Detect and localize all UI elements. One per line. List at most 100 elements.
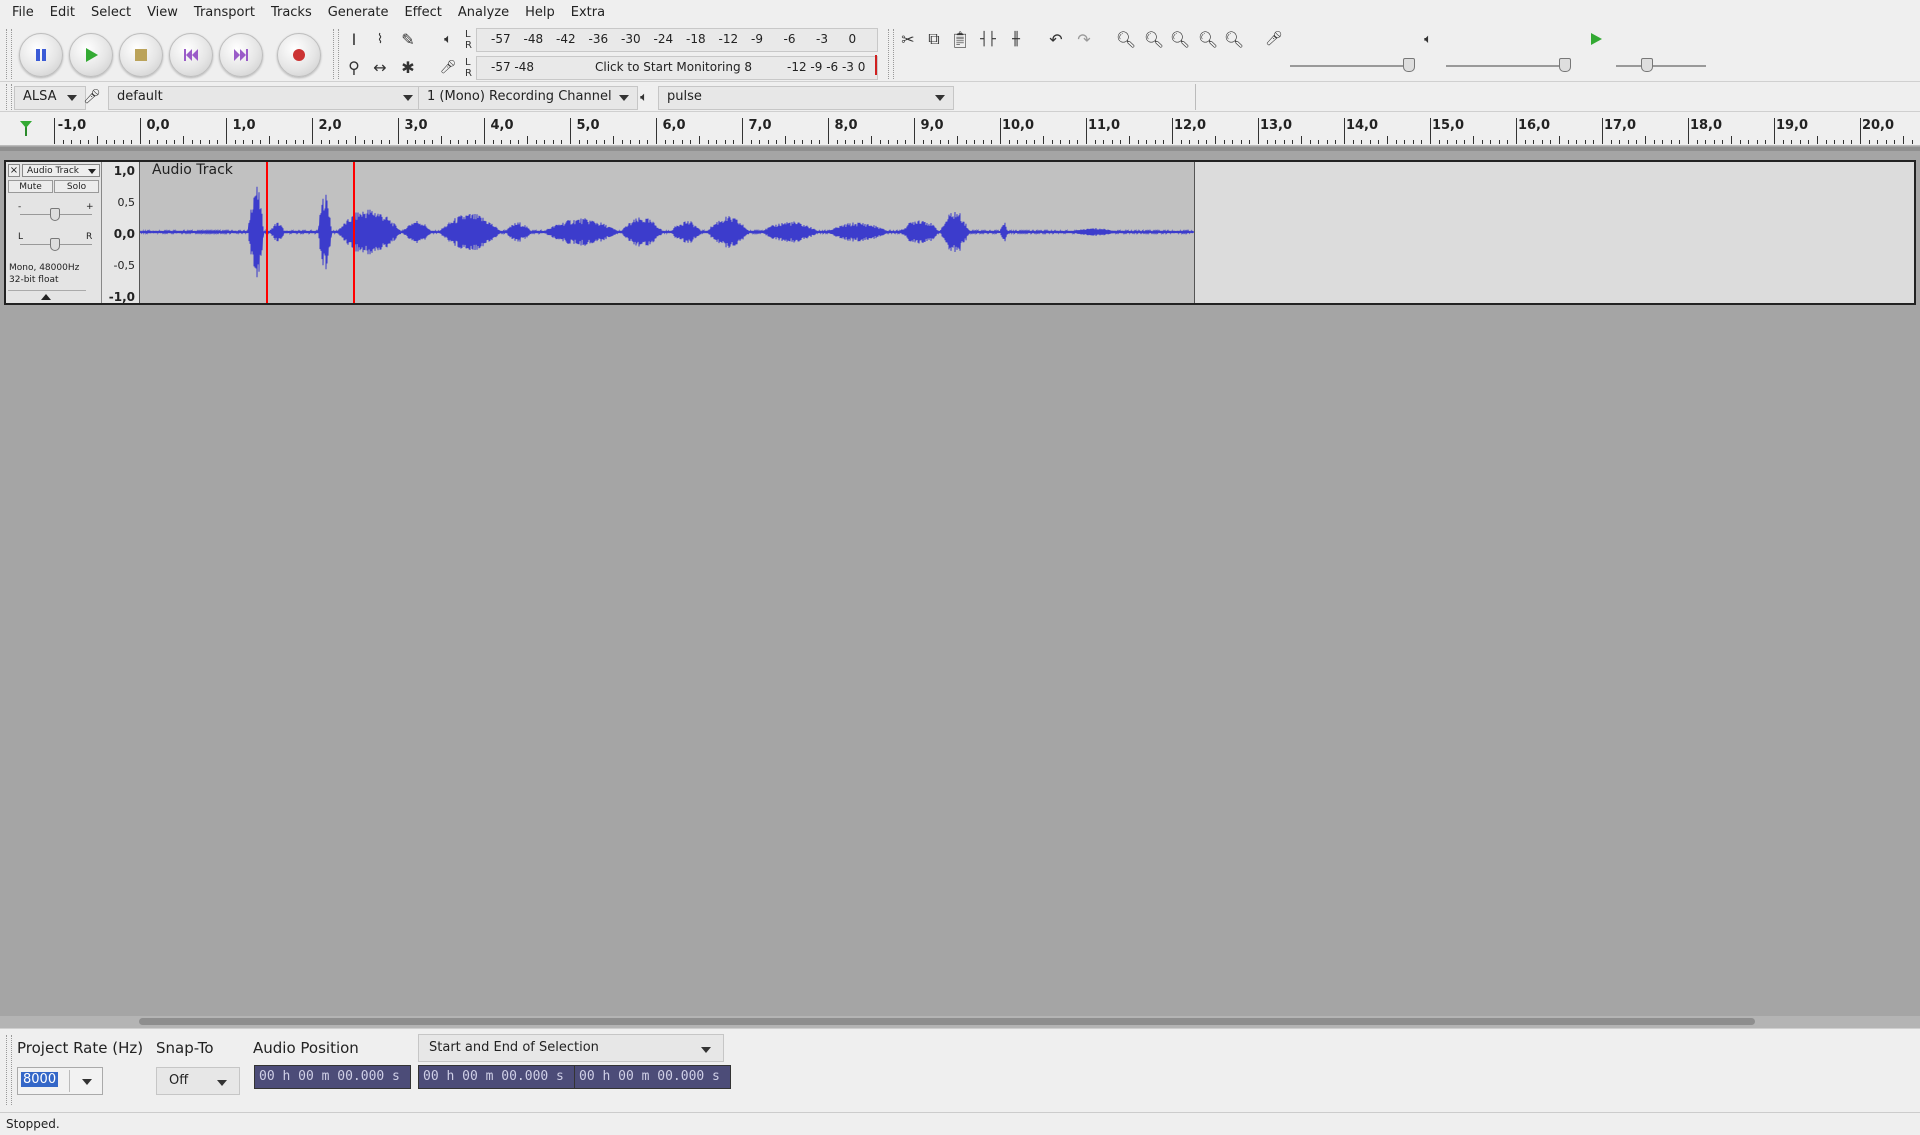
record-volume-track[interactable] xyxy=(1290,65,1410,67)
pin-playhead-button[interactable] xyxy=(14,116,38,140)
zoom-toggle-button[interactable]: 🔍︎ xyxy=(1222,27,1246,51)
ruler-minor-tick xyxy=(1292,140,1294,144)
ruler-minor-tick xyxy=(888,140,890,144)
menu-help[interactable]: Help xyxy=(517,5,563,20)
horizontal-scrollbar[interactable] xyxy=(0,1016,1920,1028)
skip-to-start-button[interactable] xyxy=(169,33,213,77)
multi-tool-button[interactable]: ✱ xyxy=(396,55,420,79)
fit-project-button[interactable]: 🔍︎ xyxy=(1196,27,1220,51)
pan-slider-thumb[interactable] xyxy=(50,238,60,251)
cut-button[interactable]: ✂ xyxy=(896,27,920,51)
toolbar-grip[interactable] xyxy=(6,29,12,79)
audio-host-dropdown[interactable]: ALSA xyxy=(14,86,86,110)
paste-button[interactable]: 📋︎ xyxy=(948,27,972,51)
ruler-minor-tick xyxy=(1567,140,1569,144)
pin-icon xyxy=(20,121,32,136)
track-empty-area[interactable] xyxy=(1194,162,1914,303)
gain-slider-thumb[interactable] xyxy=(50,208,60,221)
ruler-minor-tick xyxy=(716,140,718,144)
tools-grip[interactable] xyxy=(333,29,339,79)
track-info-bitdepth: 32-bit float xyxy=(9,275,59,285)
copy-button[interactable]: ⧉ xyxy=(922,27,946,51)
audio-position-label: Audio Position xyxy=(253,1039,359,1057)
ruler-minor-tick xyxy=(1008,140,1010,144)
record-volume-thumb[interactable] xyxy=(1403,58,1415,72)
playback-meter[interactable]: -57 -48 -42 -36 -30 -24 -18 -12 -9 -6 -3 0 xyxy=(476,28,878,52)
menu-tracks[interactable]: Tracks xyxy=(263,5,320,20)
record-meter-button[interactable]: 🎤︎ xyxy=(436,55,460,79)
time-shift-tool-button[interactable]: ↔ xyxy=(368,55,392,79)
skip-to-end-button[interactable] xyxy=(219,33,263,77)
playback-device-dropdown[interactable]: pulse xyxy=(658,86,954,110)
play-speed-track[interactable] xyxy=(1616,65,1706,67)
silence-button[interactable]: ╫ xyxy=(1004,27,1028,51)
record-button[interactable] xyxy=(277,33,321,77)
mute-button[interactable]: Mute xyxy=(8,180,53,193)
undo-button[interactable]: ↶ xyxy=(1044,27,1068,51)
menu-analyze[interactable]: Analyze xyxy=(450,5,517,20)
menu-file[interactable]: File xyxy=(4,5,42,20)
device-grip[interactable] xyxy=(6,84,12,110)
track-close-button[interactable]: × xyxy=(8,164,20,177)
meter-peak-marker xyxy=(875,55,877,75)
solo-button[interactable]: Solo xyxy=(54,180,99,193)
draw-tool-button[interactable]: ✎ xyxy=(396,27,420,51)
pause-button[interactable] xyxy=(19,33,63,77)
recording-channels-dropdown[interactable]: 1 (Mono) Recording Channel xyxy=(418,86,638,110)
amplitude-label: 1,0 xyxy=(113,164,135,178)
menu-generate[interactable]: Generate xyxy=(320,5,397,20)
play-button[interactable] xyxy=(69,33,113,77)
audio-position-field[interactable]: 00 h 00 m 00.000 s xyxy=(254,1065,411,1089)
fit-selection-button[interactable]: 🔍︎ xyxy=(1168,27,1192,51)
device-toolbar: ALSA 🎤︎ default 1 (Mono) Recording Chann… xyxy=(0,82,1920,112)
project-rate-combo[interactable]: 8000 xyxy=(17,1067,103,1095)
waveform-clip[interactable]: Audio Track xyxy=(140,162,1194,303)
divider xyxy=(1195,84,1196,110)
envelope-tool-button[interactable]: ⌇ xyxy=(368,27,392,51)
ruler-minor-tick xyxy=(1662,140,1664,144)
selection-end-value: 00 h 00 m 00.000 s xyxy=(579,1069,720,1084)
project-rate-value[interactable]: 8000 xyxy=(21,1072,59,1087)
menu-select[interactable]: Select xyxy=(83,5,139,20)
edit-grip[interactable] xyxy=(888,29,894,79)
play-at-speed-button[interactable] xyxy=(1584,27,1608,51)
selection-grip[interactable] xyxy=(6,1035,12,1105)
track-menu-button[interactable]: Audio Track xyxy=(22,164,100,177)
menu-edit[interactable]: Edit xyxy=(42,5,83,20)
selection-mode-value: Start and End of Selection xyxy=(429,1040,599,1055)
playback-meter-button[interactable]: 🔈︎ xyxy=(436,27,460,51)
zoom-out-button[interactable]: 🔍︎ xyxy=(1142,27,1166,51)
menu-extra[interactable]: Extra xyxy=(563,5,613,20)
track-collapse-button[interactable] xyxy=(8,290,86,301)
selection-tool-button[interactable]: I xyxy=(342,27,366,51)
timeline-ruler[interactable]: -1,0 0,0 1,0 2,0 3,0 4,0 5,0 6,0 7,0 8,0 9,0 10,0 11… xyxy=(0,112,1920,146)
snap-to-dropdown[interactable]: Off xyxy=(156,1067,240,1095)
meter-l-label: L xyxy=(465,57,471,68)
ruler-label: 4,0 xyxy=(490,118,514,133)
ruler-minor-tick xyxy=(286,140,288,144)
recording-meter[interactable]: -57 -48 Click to Start Monitoring 8 -12 … xyxy=(476,56,878,80)
play-speed-thumb[interactable] xyxy=(1641,58,1653,72)
ruler-minor-tick xyxy=(1240,140,1242,144)
ruler-tick xyxy=(914,118,915,144)
amplitude-ruler[interactable]: 1,0 0,5 0,0 -0,5 -1,0 xyxy=(102,162,140,304)
ruler-minor-tick xyxy=(243,140,245,144)
selection-start-field[interactable]: 00 h 00 m 00.000 s xyxy=(418,1065,575,1089)
playback-volume-track[interactable] xyxy=(1446,65,1566,67)
ruler-minor-tick xyxy=(1189,140,1191,144)
trim-button[interactable]: ┤├ xyxy=(976,27,1000,51)
menu-effect[interactable]: Effect xyxy=(396,5,449,20)
redo-button[interactable]: ↷ xyxy=(1072,27,1096,51)
horizontal-scroll-thumb[interactable] xyxy=(139,1018,1755,1025)
play-icon xyxy=(1591,33,1602,45)
menu-transport[interactable]: Transport xyxy=(186,5,263,20)
playback-volume-thumb[interactable] xyxy=(1559,58,1571,72)
selection-end-field[interactable]: 00 h 00 m 00.000 s xyxy=(574,1065,731,1089)
zoom-tool-button[interactable]: ⚲ xyxy=(342,55,366,79)
zoom-in-button[interactable]: 🔍︎ xyxy=(1114,27,1138,51)
audio-track[interactable]: × Audio Track Mute Solo - + L R Mono, 48… xyxy=(4,160,1916,305)
selection-mode-dropdown[interactable]: Start and End of Selection xyxy=(418,1034,724,1062)
stop-button[interactable] xyxy=(119,33,163,77)
recording-device-dropdown[interactable]: default xyxy=(108,86,422,110)
menu-view[interactable]: View xyxy=(139,5,186,20)
